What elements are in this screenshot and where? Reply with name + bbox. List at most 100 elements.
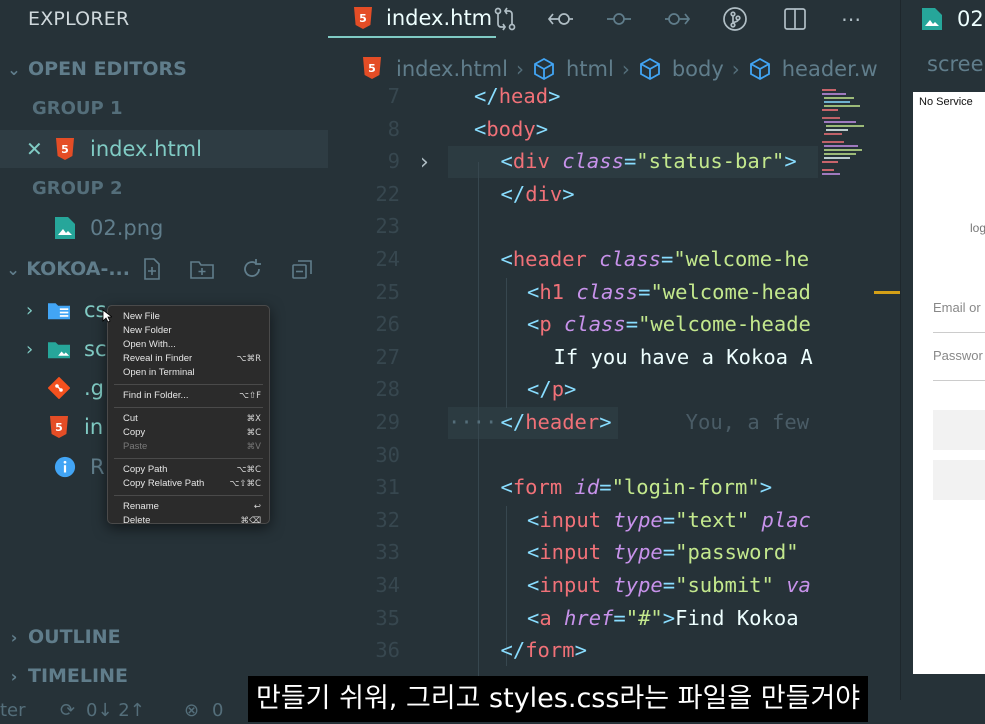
code-line[interactable]: <input type="text" plac xyxy=(527,508,811,532)
chevron-right-icon: › xyxy=(26,299,34,321)
chevron-down-icon: ⌄ xyxy=(6,259,20,279)
code-token: a xyxy=(539,605,552,630)
sync-status[interactable]: 0↓ 2↑ xyxy=(86,700,145,721)
sync-icon[interactable]: ⟳ xyxy=(60,700,75,721)
new-file-icon[interactable] xyxy=(138,255,166,283)
line-number: 35 xyxy=(375,605,400,630)
code-punct xyxy=(601,573,613,597)
code-token: class xyxy=(564,312,626,337)
code-punct: </ xyxy=(500,410,526,434)
menu-item-find-in-folder[interactable]: Find in Folder... ⌥⇧F xyxy=(108,389,269,403)
menu-separator xyxy=(114,407,263,408)
menu-item-copy[interactable]: Copy ⌘C xyxy=(108,426,269,440)
open-editor-02-png[interactable]: 02.png xyxy=(0,209,328,247)
chevron-right-icon[interactable]: › xyxy=(420,150,429,175)
menu-item-reveal-in-finder[interactable]: Reveal in Finder ⌥⌘R xyxy=(108,352,269,366)
menu-item-shortcut: ⌘⌫ xyxy=(240,516,261,526)
code-line[interactable]: <h1 class="welcome-head xyxy=(527,280,811,304)
breadcrumb-item[interactable]: body xyxy=(672,57,724,81)
code-token: "login-form" xyxy=(611,475,760,500)
split-editor-icon[interactable] xyxy=(780,4,810,34)
code-token: type xyxy=(613,573,663,597)
code-line[interactable]: </p> xyxy=(527,377,576,401)
code-token: Find Kokoa xyxy=(675,605,799,630)
menu-item-delete[interactable]: Delete ⌘⌫ xyxy=(108,514,269,528)
code-line[interactable]: <p class="welcome-heade xyxy=(527,312,811,336)
tree-item-label: R xyxy=(90,455,105,479)
menu-item-new-file[interactable]: New File xyxy=(108,310,269,324)
password-placeholder: Passwor xyxy=(933,348,983,363)
code-punct: = xyxy=(662,540,676,565)
new-folder-icon[interactable] xyxy=(188,255,216,283)
menu-item-label: Reveal in Finder xyxy=(123,353,193,364)
code-line[interactable]: <a href="#">Find Kokoa xyxy=(527,606,799,630)
open-editors-section[interactable]: ⌄ OPEN EDITORS xyxy=(0,52,328,86)
code-punct xyxy=(587,247,599,271)
breadcrumb-item[interactable]: index.html xyxy=(396,57,508,81)
video-subtitle: 만들기 쉬워, 그리고 styles.css라는 파일을 만들거야 xyxy=(248,676,869,722)
tab-label: 02 xyxy=(957,7,984,31)
line-number: 34 xyxy=(375,573,400,597)
menu-item-copy-relative-path[interactable]: Copy Relative Path ⌥⇧⌘C xyxy=(108,477,269,491)
code-punct: </ xyxy=(500,638,526,663)
code-token: div xyxy=(512,149,550,174)
timeline-node-icon[interactable] xyxy=(604,4,634,34)
compare-changes-icon[interactable] xyxy=(490,4,520,34)
open-editor-label: 02.png xyxy=(90,216,164,240)
code-line[interactable]: <body> xyxy=(474,117,548,141)
refresh-icon[interactable] xyxy=(238,255,266,283)
breadcrumb-item[interactable]: html xyxy=(566,57,614,81)
code-token: "welcome-he xyxy=(673,247,810,271)
close-icon[interactable]: ✕ xyxy=(26,137,54,161)
code-line[interactable]: <input type="password" xyxy=(527,540,799,564)
breadcrumb-item[interactable]: header.w xyxy=(782,57,878,81)
error-count[interactable]: 0 xyxy=(212,700,223,721)
code-token: id xyxy=(574,475,600,500)
menu-item-rename[interactable]: Rename ↩ xyxy=(108,500,269,514)
tab-index-html[interactable]: 5 index.htm xyxy=(328,0,496,38)
welcome-text: log xyxy=(970,221,985,235)
code-line[interactable]: </div> xyxy=(501,182,575,206)
code-line[interactable]: <form id="login-form"> xyxy=(501,475,773,499)
more-actions-icon[interactable]: ⋯ xyxy=(836,4,866,34)
error-icon[interactable]: ⊗ xyxy=(184,700,199,721)
preview-breadcrumb[interactable]: scree xyxy=(927,52,984,76)
tab-02-png[interactable]: 02 xyxy=(901,0,985,38)
menu-item-copy-path[interactable]: Copy Path ⌥⌘C xyxy=(108,463,269,477)
code-line[interactable]: </head> xyxy=(474,84,560,108)
code-punct: = xyxy=(638,279,651,304)
open-editor-index-html[interactable]: ✕ 5 index.html xyxy=(0,130,328,168)
code-line[interactable]: </form> xyxy=(501,638,587,662)
menu-item-label: Copy Relative Path xyxy=(123,478,205,489)
code-token: va xyxy=(786,573,811,597)
code-line[interactable]: <header class="welcome-he xyxy=(501,247,810,271)
menu-item-open-with[interactable]: Open With... xyxy=(108,338,269,352)
menu-item-shortcut: ⌘C xyxy=(246,428,261,438)
outline-section[interactable]: › OUTLINE xyxy=(0,620,328,654)
code-punct: > xyxy=(564,377,577,402)
git-graph-icon[interactable] xyxy=(720,4,750,34)
minimap[interactable] xyxy=(820,86,870,186)
code-line[interactable]: <div class="status-bar"> xyxy=(501,149,797,173)
image-preview-pane: 02 scree No Service log Email or Passwor xyxy=(900,0,985,724)
breadcrumb: 5 index.html › html › body › header.w xyxy=(328,52,900,86)
code-punct: > xyxy=(759,475,773,500)
code-token: h1 xyxy=(539,279,565,304)
cube-icon xyxy=(748,57,772,81)
code-line[interactable]: <input type="submit" va xyxy=(527,573,811,597)
code-punct xyxy=(550,149,562,173)
code-line[interactable]: </header> You, a few xyxy=(501,410,810,434)
go-back-icon[interactable] xyxy=(546,4,576,34)
folder-css-icon xyxy=(48,298,70,322)
menu-item-open-in-terminal[interactable]: Open in Terminal xyxy=(108,366,269,380)
code-line[interactable]: If you have a Kokoa A xyxy=(554,345,813,369)
git-file-icon xyxy=(48,376,70,400)
menu-item-cut[interactable]: Cut ⌘X xyxy=(108,412,269,426)
go-forward-icon[interactable] xyxy=(662,4,692,34)
line-number: 31 xyxy=(375,475,400,500)
project-section[interactable]: ⌄ KOKOA-... xyxy=(0,252,130,286)
menu-item-new-folder[interactable]: New Folder xyxy=(108,324,269,338)
collapse-all-icon[interactable] xyxy=(288,255,316,283)
password-underline xyxy=(933,380,985,381)
email-underline xyxy=(933,332,985,333)
